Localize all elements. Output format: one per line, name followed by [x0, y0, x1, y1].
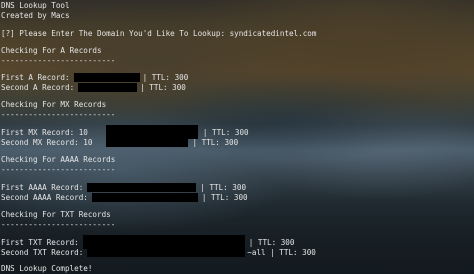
separator-text: -------------------------: [1, 165, 116, 174]
second-aaaa-record-label: Second AAAA Record:: [1, 193, 88, 202]
second-txt-record-label: Second TXT Record:: [1, 248, 84, 257]
aaaa-records-separator: -------------------------: [1, 164, 115, 175]
separator-text: -------------------------: [1, 220, 116, 229]
second-a-record-ttl: | TTL: 300: [140, 83, 186, 92]
separator-text: -------------------------: [1, 110, 116, 119]
redacted-block: [87, 183, 197, 192]
second-txt-record-suffix: ~all | TTL: 300: [247, 248, 316, 257]
terminal-window[interactable]: DNS Lookup Tool Created by Macs [?] Plea…: [0, 0, 474, 274]
redacted-block: [106, 138, 189, 147]
lookup-complete-line: DNS Lookup Complete!: [1, 263, 92, 274]
second-mx-record-ttl: | TTL: 300: [192, 138, 239, 147]
second-a-record-line: Second A Record: | TTL: 300: [1, 82, 186, 93]
redacted-block: [87, 248, 246, 257]
separator-text: -------------------------: [1, 56, 116, 65]
a-records-separator: -------------------------: [1, 55, 115, 66]
second-aaaa-record-line: Second AAAA Record: | TTL: 300: [1, 192, 248, 203]
second-mx-record-label: Second MX Record: 10: [1, 138, 93, 147]
second-a-record-label: Second A Record:: [1, 83, 75, 92]
redacted-block: [73, 73, 140, 82]
lookup-complete-text: DNS Lookup Complete!: [1, 264, 93, 273]
second-aaaa-record-ttl: | TTL: 300: [201, 193, 248, 202]
domain-prompt-text: [?] Please Enter The Domain You'd Like T…: [1, 29, 317, 38]
credit-text: Created by Macs: [1, 11, 70, 20]
credit-line: Created by Macs: [1, 10, 70, 21]
redacted-block: [78, 83, 138, 92]
domain-prompt-line: [?] Please Enter The Domain You'd Like T…: [1, 28, 316, 39]
second-txt-record-line: Second TXT Record: ~all | TTL: 300: [1, 247, 316, 258]
redacted-block: [91, 193, 198, 202]
mx-records-separator: -------------------------: [1, 109, 115, 120]
txt-records-separator: -------------------------: [1, 219, 115, 230]
second-mx-record-line: Second MX Record: 10 | TTL: 300: [1, 137, 238, 148]
